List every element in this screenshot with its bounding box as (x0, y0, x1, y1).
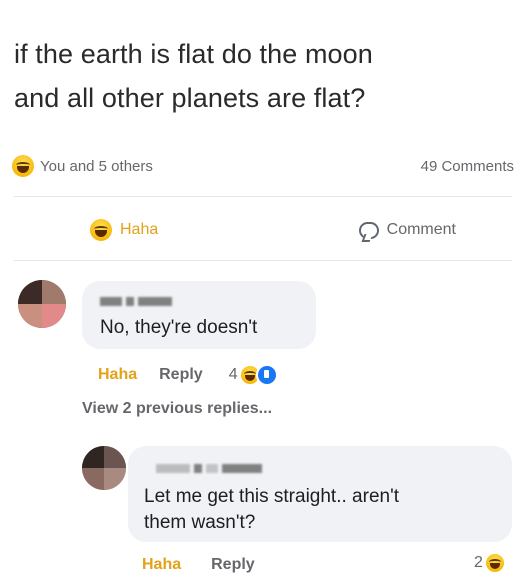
haha-emoji-icon (485, 554, 504, 572)
comment-haha-button[interactable]: Haha (98, 366, 137, 384)
comment-button-label: Comment (386, 221, 456, 238)
divider (14, 196, 512, 197)
reactions-summary-bar: You and 5 others 49 Comments (12, 152, 514, 180)
post-text-line-2: and all other planets are flat? (14, 83, 366, 113)
commenter-name[interactable] (100, 297, 172, 306)
replier-name[interactable] (156, 464, 262, 473)
view-previous-replies-link[interactable]: View 2 previous replies... (82, 400, 272, 418)
post-action-bar: Haha Comment (14, 210, 512, 250)
avatar[interactable] (18, 280, 66, 328)
post-text-line-1: if the earth is flat do the moon (14, 39, 373, 69)
comments-count-link[interactable]: 49 Comments (421, 158, 514, 175)
haha-reaction-button[interactable]: Haha (14, 219, 273, 241)
reply-reply-button[interactable]: Reply (211, 556, 255, 574)
comment-reaction-count[interactable]: 4 (229, 364, 278, 386)
like-icon (255, 364, 278, 386)
reactions-summary-text: You and 5 others (40, 157, 153, 175)
reply-text: Let me get this straight.. aren't them w… (144, 484, 399, 536)
facebook-post: if the earth is flat do the moon and all… (0, 0, 526, 581)
reply-haha-button[interactable]: Haha (142, 556, 181, 574)
divider (14, 260, 512, 261)
comment-text: No, they're doesn't (100, 317, 258, 338)
reaction-count-value: 4 (228, 366, 238, 383)
reply-meta: Haha Reply (142, 556, 255, 574)
comment-button[interactable]: Comment (273, 221, 512, 239)
reaction-count-value: 2 (474, 554, 483, 571)
avatar[interactable] (82, 446, 126, 490)
comment-reply-button[interactable]: Reply (159, 366, 203, 384)
reply-bubble: Let me get this straight.. aren't them w… (128, 446, 512, 542)
haha-emoji-icon (12, 155, 34, 177)
post-text: if the earth is flat do the moon and all… (14, 32, 514, 120)
comment-bubble: No, they're doesn't (82, 281, 316, 349)
comment-icon (358, 221, 379, 239)
comment-meta: Haha Reply 4 (98, 364, 278, 386)
haha-emoji-icon (90, 219, 112, 241)
reply-text-line-2: them wasn't? (144, 512, 256, 533)
haha-button-label: Haha (120, 221, 159, 238)
reply-reaction-count[interactable]: 2 (474, 554, 504, 572)
reply-text-line-1: Let me get this straight.. aren't (144, 486, 399, 507)
reactions-summary[interactable]: You and 5 others (12, 155, 153, 177)
